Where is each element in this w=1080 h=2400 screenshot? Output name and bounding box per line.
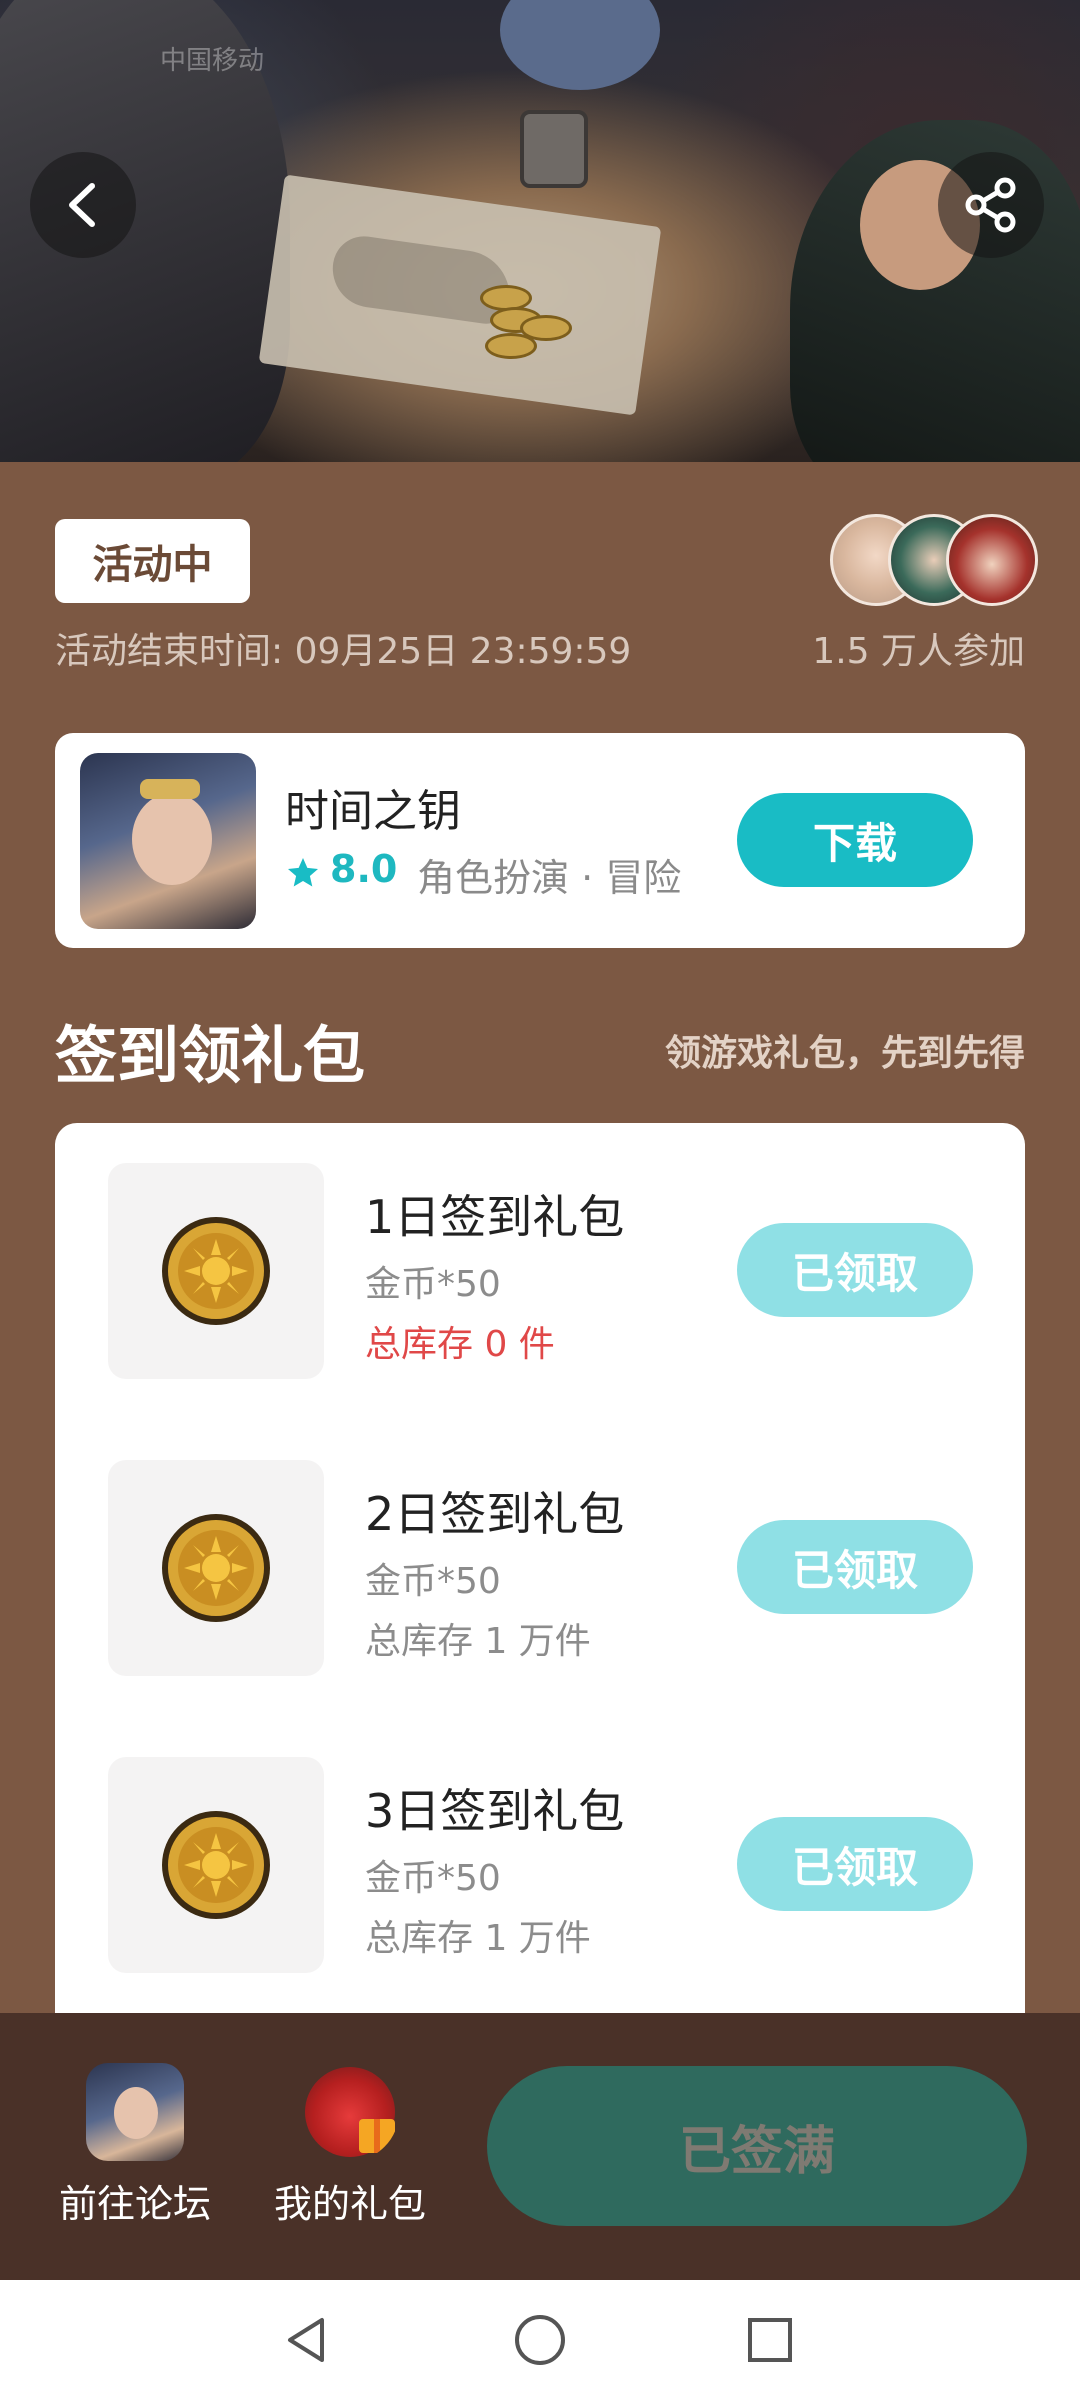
nav-recent-button[interactable]: [740, 2310, 800, 2370]
participant-avatars: [830, 514, 1038, 606]
hero-character-right: [790, 120, 1080, 462]
gift-thumbnail: [108, 1757, 324, 1973]
gift-reward: 金币*50: [365, 1561, 501, 1602]
share-button[interactable]: [938, 152, 1044, 258]
gift-bag-icon: [301, 2063, 399, 2161]
triangle-back-icon: [288, 2318, 324, 2362]
gift-reward: 金币*50: [365, 1858, 501, 1899]
game-name: 时间之钥: [285, 786, 461, 837]
game-icon[interactable]: [80, 753, 256, 929]
bottom-action-bar: 前往论坛 我的礼包 已签满: [0, 2013, 1080, 2280]
gift-reward: 金币*50: [365, 1264, 501, 1305]
claimed-button[interactable]: 已领取: [737, 1817, 973, 1911]
system-navigation-bar: [0, 2280, 1080, 2400]
activity-end-time: 活动结束时间: 09月25日 23:59:59: [55, 631, 632, 672]
hero-mug: [520, 110, 588, 188]
gift-box-icon: [359, 2119, 395, 2153]
my-gifts-label: 我的礼包: [273, 2182, 426, 2226]
nav-back-button[interactable]: [278, 2310, 338, 2370]
my-gifts-link[interactable]: 我的礼包: [260, 2063, 440, 2228]
hero-banner: 中国移动: [0, 0, 1080, 462]
game-rating: 8.0: [330, 847, 398, 891]
gift-stock: 总库存 0 件: [365, 1324, 555, 1365]
gift-title: 1日签到礼包: [365, 1190, 625, 1244]
square-recent-icon: [748, 2318, 792, 2362]
star-icon: [288, 858, 318, 887]
gold-coin-icon: [162, 1811, 270, 1919]
download-button[interactable]: 下载: [737, 793, 973, 887]
claimed-button[interactable]: 已领取: [737, 1520, 973, 1614]
back-button[interactable]: [30, 152, 136, 258]
activity-status-badge: 活动中: [55, 519, 250, 603]
gift-thumbnail: [108, 1163, 324, 1379]
share-icon: [965, 177, 1016, 233]
hero-character-top: [500, 0, 660, 90]
gift-stock: 总库存 1 万件: [365, 1621, 591, 1662]
forum-link[interactable]: 前往论坛: [45, 2063, 225, 2228]
hero-map: [258, 174, 662, 416]
forum-label: 前往论坛: [58, 2182, 211, 2226]
nav-home-button[interactable]: [510, 2310, 570, 2370]
signin-full-button[interactable]: 已签满: [487, 2066, 1027, 2226]
participant-count: 1.5 万人参加: [812, 631, 1025, 672]
gift-list: 1日签到礼包 金币*50 总库存 0 件 已领取 2日签到礼包 金币*50 总库…: [55, 1123, 1025, 2013]
hero-coins: [480, 285, 590, 395]
gift-thumbnail: [108, 1460, 324, 1676]
gift-title: 3日签到礼包: [365, 1784, 625, 1838]
gift-title: 2日签到礼包: [365, 1487, 625, 1541]
status-bar-faded-text: 中国移动: [160, 46, 265, 76]
game-genre: 角色扮演 · 冒险: [417, 856, 682, 900]
claimed-button[interactable]: 已领取: [737, 1223, 973, 1317]
gold-coin-icon: [162, 1514, 270, 1622]
gift-stock: 总库存 1 万件: [365, 1918, 591, 1959]
gold-coin-icon: [162, 1217, 270, 1325]
section-title: 签到领礼包: [55, 1019, 366, 1092]
gift-item: 1日签到礼包 金币*50 总库存 0 件 已领取: [55, 1163, 1025, 1383]
avatar: [946, 514, 1038, 606]
circle-home-icon: [515, 2315, 565, 2365]
forum-icon: [86, 2063, 184, 2161]
gift-item: 3日签到礼包 金币*50 总库存 1 万件 已领取: [55, 1757, 1025, 1977]
section-subtitle: 领游戏礼包，先到先得: [664, 1033, 1025, 1074]
gift-item: 2日签到礼包 金币*50 总库存 1 万件 已领取: [55, 1460, 1025, 1680]
game-card[interactable]: 时间之钥 8.0 角色扮演 · 冒险 下载: [55, 733, 1025, 948]
back-arrow-icon: [69, 183, 95, 227]
